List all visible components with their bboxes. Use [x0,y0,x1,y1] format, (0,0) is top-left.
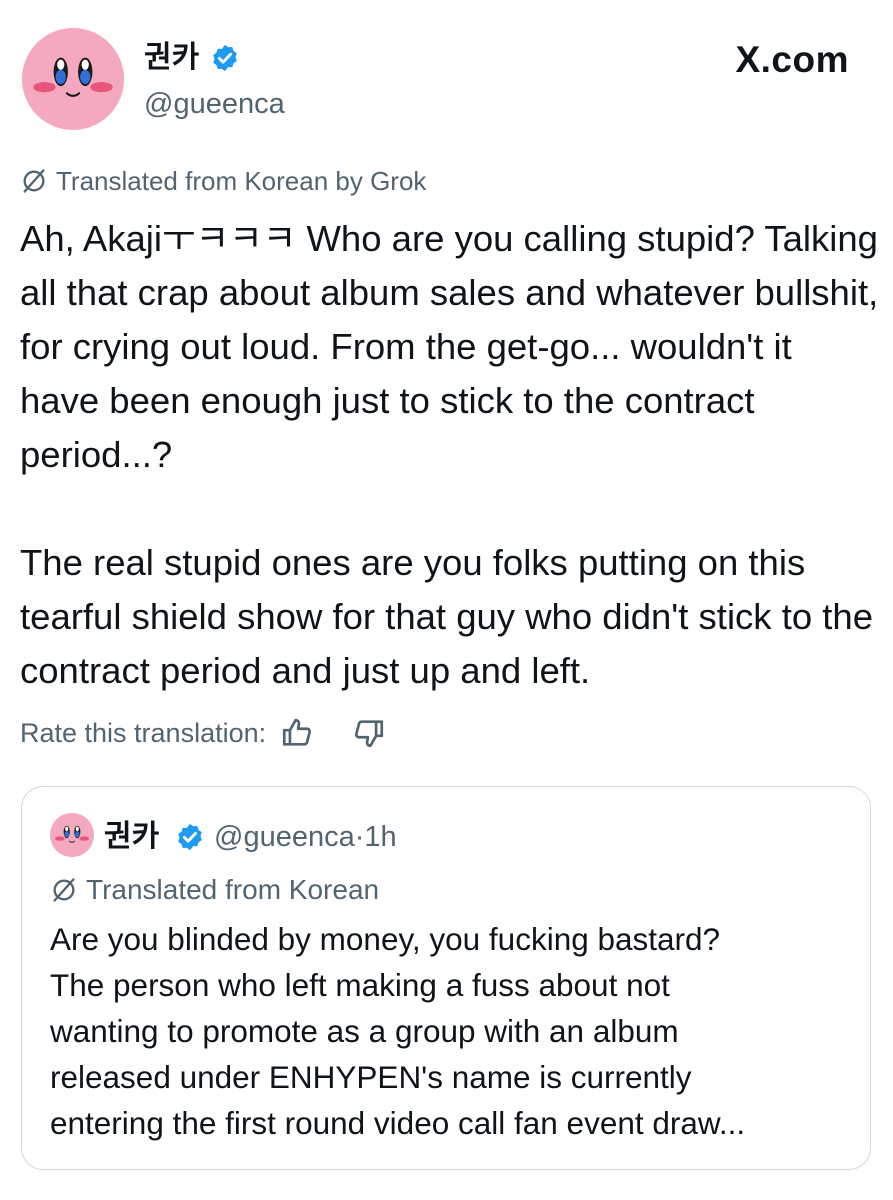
tweet-paragraph: Ah, Akajiㅜㅋㅋㅋ Who are you calling stupid… [20,218,879,475]
thumbs-down-icon[interactable] [352,716,386,750]
quoted-line: The person who left making a fuss about … [50,967,670,1003]
brand-logo: X.com [735,39,849,80]
tweet-body: Ah, Akajiㅜㅋㅋㅋ Who are you calling stupid… [20,212,880,698]
quoted-tweet-body: Are you blinded by money, you fucking ba… [50,916,850,1146]
quoted-meta: @gueenca·1h [214,818,397,856]
user-handle[interactable]: @gueenca [144,86,285,122]
translate-icon [53,878,75,902]
kirby-avatar-icon[interactable] [22,28,124,130]
kirby-avatar-icon[interactable] [50,813,94,857]
quoted-display-name[interactable]: 권카 [104,818,159,856]
quoted-line: Are you blinded by money, you fucking ba… [50,921,721,957]
quoted-translation-notice: Translated from Korean [50,872,379,908]
verified-badge-icon [178,823,202,851]
meta-separator: · [354,821,365,853]
quoted-line: released under ENHYPEN's name is current… [50,1059,692,1095]
translation-label: Translated from Korean by Grok [56,166,427,196]
quoted-timestamp[interactable]: 1h [364,821,396,853]
rate-translation: Rate this translation: [20,713,386,753]
verified-badge-icon [213,44,237,72]
tweet-paragraph: The real stupid ones are you folks putti… [20,542,874,691]
quoted-line: wanting to promote as a group with an al… [50,1013,679,1049]
rate-label: Rate this translation: [20,718,267,748]
quoted-translation-label: Translated from Korean [86,874,380,905]
quoted-line: entering the first round video call fan … [50,1105,746,1141]
quoted-handle[interactable]: @gueenca [214,821,355,853]
display-name[interactable]: 권카 [144,38,199,78]
translation-notice: Translated from Korean by Grok [20,164,426,198]
translate-icon [23,169,45,193]
thumbs-up-icon[interactable] [280,716,314,750]
